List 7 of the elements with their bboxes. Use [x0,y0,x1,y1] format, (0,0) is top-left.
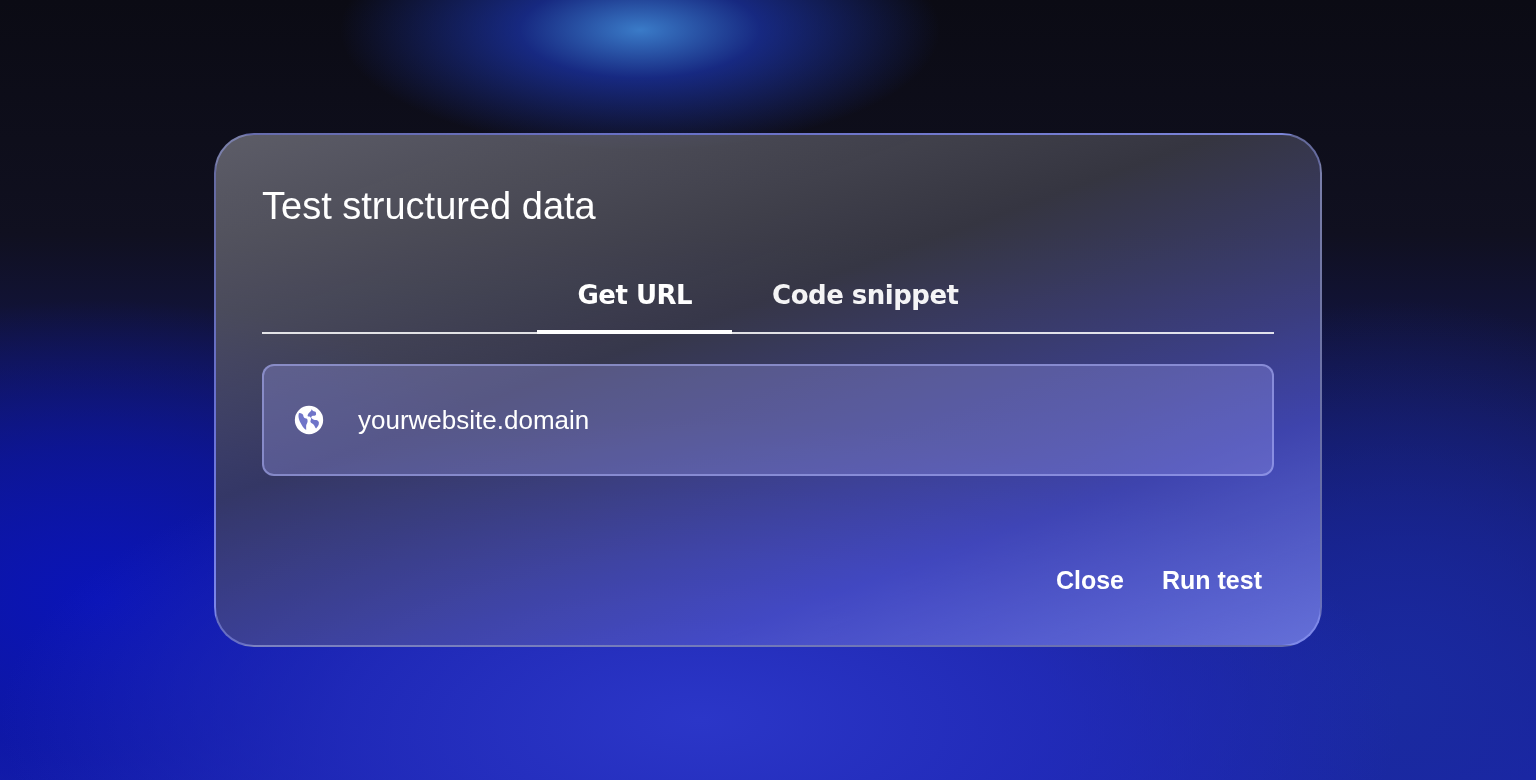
close-button[interactable]: Close [1043,556,1136,605]
dialog-title: Test structured data [262,185,597,228]
run-test-button[interactable]: Run test [1150,556,1274,605]
tab[interactable]: Get URL [537,280,733,334]
url-field[interactable]: yourwebsite.domain [262,364,1274,476]
tab[interactable]: Code snippet [732,280,999,334]
globe-icon [292,403,326,437]
